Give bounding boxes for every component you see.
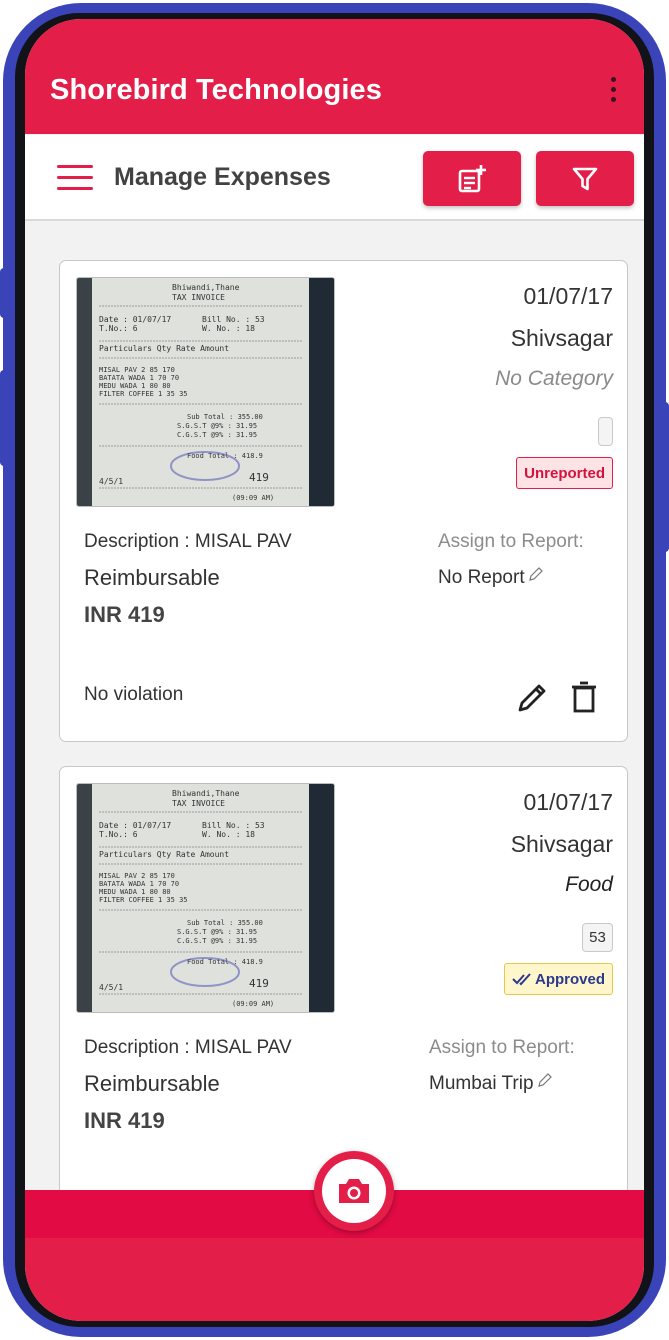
power-button <box>661 402 669 552</box>
status-badge: Approved <box>503 963 613 995</box>
receipt-waiter: W. No. : 18 <box>202 324 255 333</box>
violation-text: No violation <box>84 684 184 705</box>
status-label: Approved <box>534 970 605 988</box>
expense-description: Description : MISAL PAV <box>84 531 292 552</box>
receipt-item: FILTER COFFEE 1 35 35 <box>99 896 188 904</box>
expense-meta: 01/07/17 Shivsagar No Category <box>495 283 613 399</box>
receipt-grand-total: 419 <box>249 977 269 990</box>
receipt-header: Bhiwandi,Thane <box>172 789 240 798</box>
assign-label: Assign to Report: <box>429 1037 575 1058</box>
toolbar: Manage Expenses <box>25 135 644 221</box>
page-title: Manage Expenses <box>114 163 331 191</box>
receipt-grand-total: 419 <box>249 471 269 484</box>
pencil-icon <box>537 1073 552 1087</box>
receipt-item: MISAL PAV 2 85 170 <box>99 872 175 880</box>
receipt-footer: 4/5/1 <box>99 983 123 992</box>
receipt-sgst: S.G.S.T @9% : 31.95 <box>177 928 257 936</box>
receipt-bill: Bill No. : 53 <box>202 821 265 830</box>
assign-label: Assign to Report: <box>438 531 584 552</box>
camera-button-inner <box>322 1159 386 1223</box>
receipt-title: TAX INVOICE <box>172 293 225 302</box>
filter-icon <box>572 167 598 190</box>
expense-description: Description : MISAL PAV <box>84 1037 292 1058</box>
camera-icon <box>339 1179 369 1203</box>
receipt-waiter: W. No. : 18 <box>202 830 255 839</box>
double-check-icon <box>512 973 531 986</box>
expense-merchant: Shivsagar <box>510 325 613 351</box>
receipt-item: MEDU WADA 1 80 80 <box>99 888 171 896</box>
camera-button[interactable] <box>314 1151 394 1231</box>
expense-card[interactable]: Bhiwandi,Thane TAX INVOICE Date : 01/07/… <box>59 260 628 742</box>
assign-report-link[interactable]: No Report <box>438 567 545 589</box>
receipt-cgst: C.G.S.T @9% : 31.95 <box>177 431 257 439</box>
receipt-title: TAX INVOICE <box>172 799 225 808</box>
receipt-time: (09:09 AM) <box>232 494 274 502</box>
expense-amount: INR 419 <box>84 1108 165 1133</box>
receipt-item: BATATA WADA 1 70 70 <box>99 880 179 888</box>
expense-category: Food <box>565 873 613 896</box>
add-report-icon <box>458 164 486 192</box>
pencil-icon <box>518 684 546 712</box>
hamburger-icon[interactable] <box>57 165 93 191</box>
receipt-date: Date : 01/07/17 <box>99 315 171 324</box>
expense-meta: 01/07/17 Shivsagar Food <box>511 789 613 905</box>
report-name: No Report <box>438 567 525 588</box>
delete-button[interactable] <box>566 679 602 715</box>
expense-category: No Category <box>495 367 613 390</box>
expense-amount: INR 419 <box>84 602 165 627</box>
more-vert-icon[interactable] <box>608 77 618 105</box>
expense-date: 01/07/17 <box>523 283 613 309</box>
receipt-item: BATATA WADA 1 70 70 <box>99 374 179 382</box>
volume-button-2 <box>0 370 8 466</box>
bill-number-chip <box>598 417 613 446</box>
receipt-sgst: S.G.S.T @9% : 31.95 <box>177 422 257 430</box>
assign-report-link[interactable]: Mumbai Trip <box>429 1073 554 1095</box>
pencil-icon <box>528 567 543 581</box>
expense-merchant: Shivsagar <box>510 831 613 857</box>
receipt-time: (09:09 AM) <box>232 1000 274 1008</box>
receipt-header: Bhiwandi,Thane <box>172 283 240 292</box>
receipt-subtotal: Sub Total : 355.00 <box>187 919 263 927</box>
receipt-subtotal: Sub Total : 355.00 <box>187 413 263 421</box>
receipt-bill: Bill No. : 53 <box>202 315 265 324</box>
receipt-date: Date : 01/07/17 <box>99 821 171 830</box>
volume-button <box>0 268 8 318</box>
receipt-columns: Particulars Qty Rate Amount <box>99 344 229 353</box>
screen: Shorebird Technologies Manage Expenses B… <box>25 19 644 1321</box>
receipt-item: FILTER COFFEE 1 35 35 <box>99 390 188 398</box>
app-title: Shorebird Technologies <box>50 74 382 106</box>
add-report-button[interactable] <box>423 151 521 206</box>
status-badge: Unreported <box>516 457 613 489</box>
app-bar: Shorebird Technologies <box>25 19 644 134</box>
receipt-footer: 4/5/1 <box>99 477 123 486</box>
receipt-item: MISAL PAV 2 85 170 <box>99 366 175 374</box>
receipt-columns: Particulars Qty Rate Amount <box>99 850 229 859</box>
receipt-item: MEDU WADA 1 80 80 <box>99 382 171 390</box>
expense-date: 01/07/17 <box>523 789 613 815</box>
receipt-image[interactable]: Bhiwandi,Thane TAX INVOICE Date : 01/07/… <box>76 783 335 1013</box>
receipt-image[interactable]: Bhiwandi,Thane TAX INVOICE Date : 01/07/… <box>76 277 335 507</box>
receipt-cgst: C.G.S.T @9% : 31.95 <box>177 937 257 945</box>
expense-type: Reimbursable <box>84 1071 220 1096</box>
filter-button[interactable] <box>536 151 634 206</box>
edit-button[interactable] <box>515 679 551 715</box>
report-name: Mumbai Trip <box>429 1073 534 1094</box>
receipt-table: T.No.: 6 <box>99 830 138 839</box>
bill-number-chip: 53 <box>582 923 613 952</box>
receipt-table: T.No.: 6 <box>99 324 138 333</box>
trash-icon <box>572 681 596 713</box>
expense-type: Reimbursable <box>84 565 220 590</box>
